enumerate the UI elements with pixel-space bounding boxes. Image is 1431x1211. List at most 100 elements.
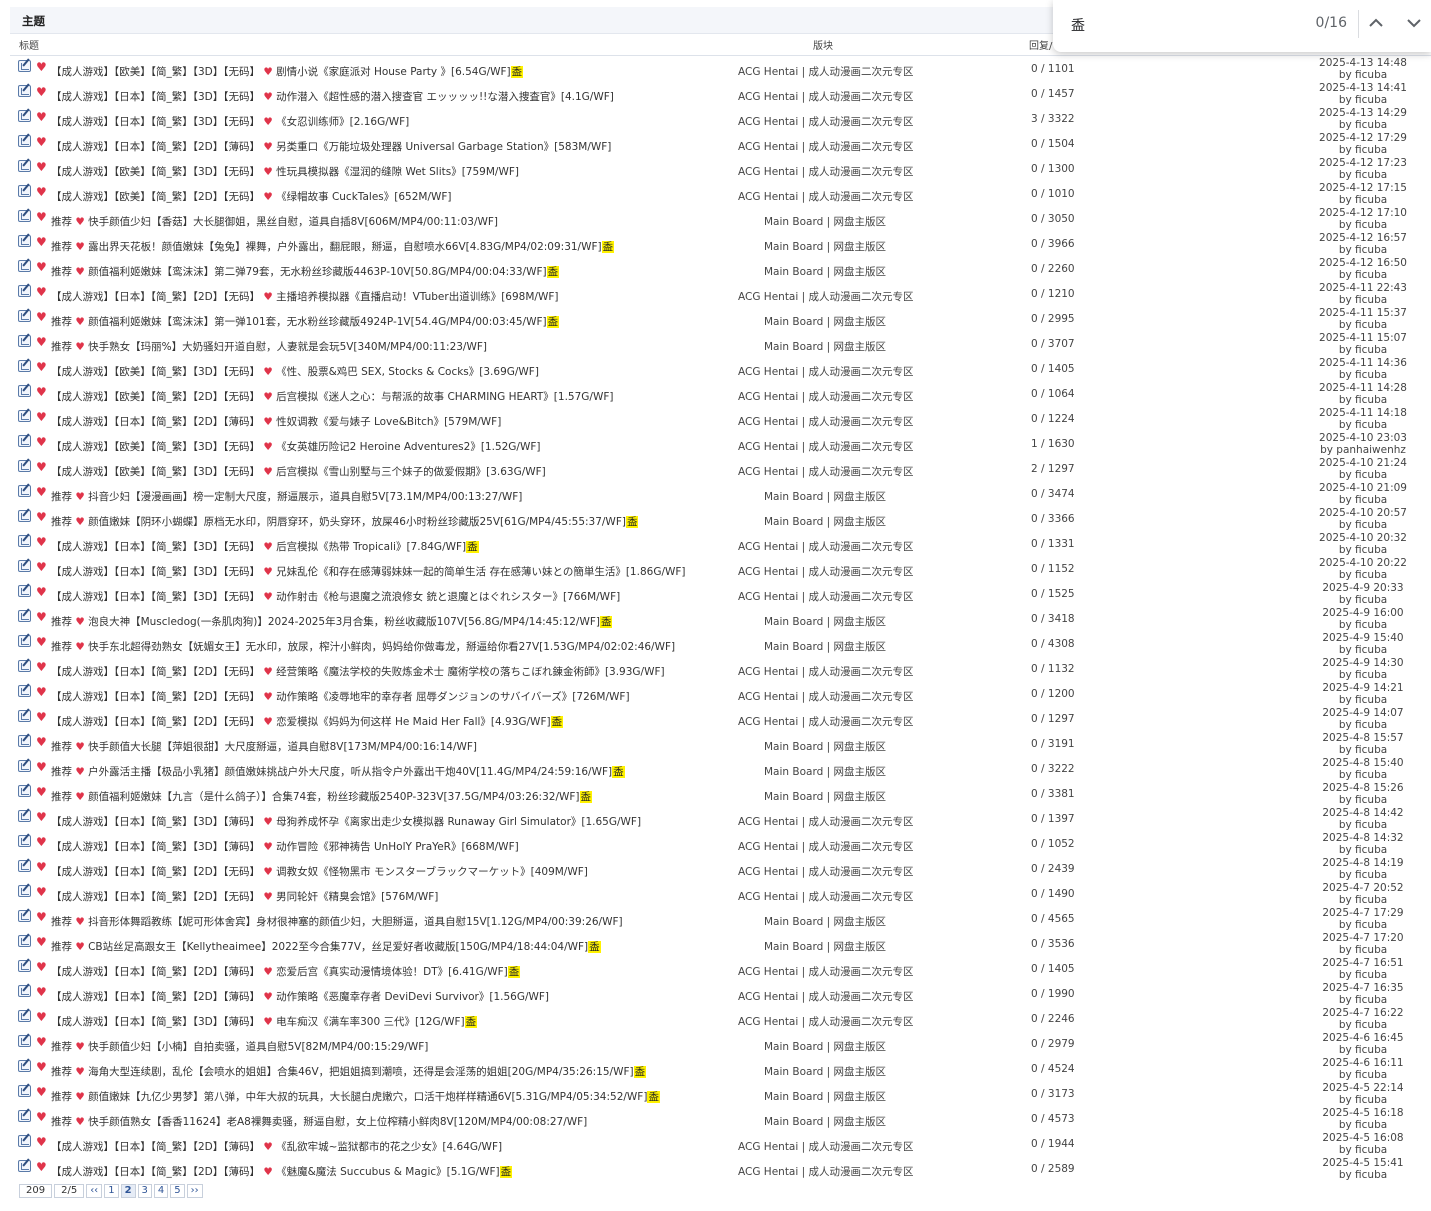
thread-row[interactable]: ♥ 【成人游戏】【日本】【简_繁】【2D】【薄码】 ♥ 恋爱后宫《真实动漫情境体验… [0,957,1431,982]
thread-row[interactable]: ♥ 推荐 ♥ 户外露活主播【极品小乳猪】颜值嫩妹挑战户外大尺度，听从指令户外露出干… [0,757,1431,782]
thread-row[interactable]: ♥ 【成人游戏】【日本】【简_繁】【2D】【薄码】 ♥ 《魅魔&魔法 Succub… [0,1157,1431,1182]
thread-board-link[interactable]: ACG Hentai | 成人动漫画二次元专区 [738,439,914,454]
thread-last-post-author[interactable]: by ficuba [1308,244,1418,256]
thread-last-post-author[interactable]: by ficuba [1308,944,1418,956]
thread-subject-link[interactable]: 【成人游戏】【日本】【简_繁】【3D】【无码】 ♥ 《女忍训练师》[2.16G/… [51,114,409,129]
thread-last-post-author[interactable]: by ficuba [1308,544,1418,556]
thread-last-post-author[interactable]: by ficuba [1308,744,1418,756]
thread-row[interactable]: ♥ 【成人游戏】【日本】【简_繁】【2D】【无码】 ♥ 动作策略《凌辱地牢的幸存者… [0,682,1431,707]
thread-last-post-author[interactable]: by ficuba [1308,94,1418,106]
thread-edit-icon[interactable] [18,735,31,747]
thread-last-post-author[interactable]: by ficuba [1308,894,1418,906]
col-stats-header[interactable]: 回复/ [1029,37,1052,52]
thread-subject-link[interactable]: 推荐 ♥ 快手熟女【玛丽%】大奶骚妇开道自慰，人妻就是会玩5V[340M/MP4… [51,339,487,354]
thread-last-post-author[interactable]: by ficuba [1308,294,1418,306]
thread-board-link[interactable]: ACG Hentai | 成人动漫画二次元专区 [738,539,914,554]
thread-last-post-time[interactable]: 2025-4-6 16:45 [1308,1032,1418,1044]
thread-board-link[interactable]: ACG Hentai | 成人动漫画二次元专区 [738,689,914,704]
thread-board-link[interactable]: ACG Hentai | 成人动漫画二次元专区 [738,64,914,79]
thread-subject-link[interactable]: 【成人游戏】【日本】【简_繁】【2D】【薄码】 ♥ 《乱欲牢城~监狱都市的花之少… [51,1139,502,1154]
thread-board-link[interactable]: ACG Hentai | 成人动漫画二次元专区 [738,289,914,304]
thread-last-post-time[interactable]: 2025-4-7 16:22 [1308,1007,1418,1019]
thread-last-post-author[interactable]: by ficuba [1308,169,1418,181]
thread-subject-link[interactable]: 【成人游戏】【欧美】【简_繁】【2D】【无码】 ♥ 后宫模拟《迷人之心：与帮派的… [51,389,613,404]
thread-board-link[interactable]: ACG Hentai | 成人动漫画二次元专区 [738,989,914,1004]
thread-board-link[interactable]: ACG Hentai | 成人动漫画二次元专区 [738,589,914,604]
thread-subject-link[interactable]: 【成人游戏】【日本】【简_繁】【2D】【薄码】 ♥ 《魅魔&魔法 Succubu… [51,1164,513,1179]
pager-page-1[interactable]: 1 [104,1184,119,1198]
thread-board-link[interactable]: ACG Hentai | 成人动漫画二次元专区 [738,164,914,179]
thread-board-link[interactable]: Main Board | 网盘主版区 [764,1039,886,1054]
thread-last-post-time[interactable]: 2025-4-13 14:48 [1308,57,1418,69]
thread-last-post-time[interactable]: 2025-4-7 16:51 [1308,957,1418,969]
thread-board-link[interactable]: Main Board | 网盘主版区 [764,1089,886,1104]
thread-edit-icon[interactable] [18,385,31,397]
thread-subject-link[interactable]: 【成人游戏】【日本】【简_繁】【3D】【无码】 ♥ 后宫模拟《热带 Tropic… [51,539,479,554]
thread-edit-icon[interactable] [18,460,31,472]
thread-board-link[interactable]: ACG Hentai | 成人动漫画二次元专区 [738,114,914,129]
thread-last-post-author[interactable]: by ficuba [1308,969,1418,981]
thread-row[interactable]: ♥ 【成人游戏】【日本】【简_繁】【3D】【无码】 ♥ 兄妹乱伦《和存在感薄弱妹妹… [0,557,1431,582]
thread-edit-icon[interactable] [18,1085,31,1097]
thread-subject-link[interactable]: 推荐 ♥ 户外露活主播【极品小乳猪】颜值嫩妹挑战户外大尺度，听从指令户外露出干炮… [51,764,625,779]
thread-subject-link[interactable]: 【成人游戏】【日本】【简_繁】【3D】【无码】 ♥ 动作潜入《超性感的潜入搜查官… [51,89,614,104]
thread-last-post-author[interactable]: by ficuba [1308,1019,1418,1031]
thread-row[interactable]: ♥ 【成人游戏】【日本】【简_繁】【2D】【无码】 ♥ 男同轮奸《精臭会馆》[57… [0,882,1431,907]
thread-board-link[interactable]: ACG Hentai | 成人动漫画二次元专区 [738,839,914,854]
thread-last-post-author[interactable]: by ficuba [1308,369,1418,381]
thread-edit-icon[interactable] [18,985,31,997]
thread-last-post-author[interactable]: by ficuba [1308,469,1418,481]
thread-subject-link[interactable]: 推荐 ♥ 抖音少妇【漫漫画画】榜一定制大尺度，掰逼展示，道具自慰5V[73.1M… [51,489,522,504]
find-input[interactable] [1069,13,1263,37]
thread-row[interactable]: ♥ 【成人游戏】【日本】【简_繁】【3D】【薄码】 ♥ 电车痴汉《满车率300 三… [0,1007,1431,1032]
thread-subject-link[interactable]: 推荐 ♥ 快手颜值熟女【香香11624】老A8裸舞卖骚，掰逼自慰，女上位榨精小鲜… [51,1114,587,1129]
thread-board-link[interactable]: Main Board | 网盘主版区 [764,514,886,529]
thread-last-post-time[interactable]: 2025-4-13 14:41 [1308,82,1418,94]
thread-edit-icon[interactable] [18,785,31,797]
thread-board-link[interactable]: ACG Hentai | 成人动漫画二次元专区 [738,564,914,579]
thread-board-link[interactable]: ACG Hentai | 成人动漫画二次元专区 [738,1164,914,1179]
thread-last-post-time[interactable]: 2025-4-13 14:29 [1308,107,1418,119]
thread-row[interactable]: ♥ 【成人游戏】【日本】【简_繁】【2D】【无码】 ♥ 经营策略《魔法学校的失败炼… [0,657,1431,682]
thread-edit-icon[interactable] [18,235,31,247]
thread-row[interactable]: ♥ 【成人游戏】【欧美】【简_繁】【3D】【无码】 ♥ 性玩具模拟器《湿润的缝隙 … [0,157,1431,182]
thread-edit-icon[interactable] [18,810,31,822]
thread-last-post-author[interactable]: by ficuba [1308,869,1418,881]
thread-last-post-time[interactable]: 2025-4-11 22:43 [1308,282,1418,294]
thread-board-link[interactable]: Main Board | 网盘主版区 [764,314,886,329]
thread-subject-link[interactable]: 【成人游戏】【日本】【简_繁】【3D】【薄码】 ♥ 动作冒险《邪神祷告 UnHo… [51,839,519,854]
thread-board-link[interactable]: Main Board | 网盘主版区 [764,789,886,804]
thread-subject-link[interactable]: 【成人游戏】【欧美】【简_繁】【2D】【无码】 ♥ 《绿帽故事 CuckTale… [51,189,452,204]
thread-subject-link[interactable]: 推荐 ♥ 颜值福利姬嫩妹【鸾沫沫】第一弹101套，无水粉丝珍藏版4924P-1V… [51,314,560,329]
thread-edit-icon[interactable] [18,910,31,922]
thread-row[interactable]: ♥ 推荐 ♥ 泡良大神【Muscledog(一条肌肉狗)】2024-2025年3月… [0,607,1431,632]
thread-subject-link[interactable]: 推荐 ♥ 颜值嫩妹【阴环小蝴蝶】原档无水印，阴唇穿环，奶头穿环，放屎46小时粉丝… [51,514,639,529]
thread-last-post-time[interactable]: 2025-4-12 17:15 [1308,182,1418,194]
thread-subject-link[interactable]: 推荐 ♥ 快手颜值少妇【香菇】大长腿御姐，黑丝自慰，道具自插8V[606M/MP… [51,214,498,229]
thread-board-link[interactable]: Main Board | 网盘主版区 [764,239,886,254]
thread-row[interactable]: ♥ 推荐 ♥ 快手颜值少妇【香菇】大长腿御姐，黑丝自慰，道具自插8V[606M/M… [0,207,1431,232]
thread-subject-link[interactable]: 推荐 ♥ 泡良大神【Muscledog(一条肌肉狗)】2024-2025年3月合… [51,614,613,629]
thread-row[interactable]: ♥ 推荐 ♥ 快手东北超得劲熟女【妩媚女王】无水印，放尿，榨汁小鲜肉，妈妈给你做毒… [0,632,1431,657]
thread-last-post-time[interactable]: 2025-4-5 15:41 [1308,1157,1418,1169]
thread-row[interactable]: ♥ 推荐 ♥ 快手颜值少妇【小楠】自拍卖骚，道具自慰5V[82M/MP4/00:1… [0,1032,1431,1057]
thread-row[interactable]: ♥ 【成人游戏】【日本】【简_繁】【2D】【薄码】 ♥ 《乱欲牢城~监狱都市的花之… [0,1132,1431,1157]
thread-subject-link[interactable]: 推荐 ♥ 快手东北超得劲熟女【妩媚女王】无水印，放尿，榨汁小鲜肉，妈妈给你做毒龙… [51,639,675,654]
thread-subject-link[interactable]: 【成人游戏】【日本】【简_繁】【2D】【无码】 ♥ 调教女奴《怪物黑市 モンスタ… [51,864,588,879]
thread-board-link[interactable]: Main Board | 网盘主版区 [764,939,886,954]
pager-page-5[interactable]: 5 [170,1184,185,1198]
thread-last-post-time[interactable]: 2025-4-10 20:57 [1308,507,1418,519]
thread-last-post-author[interactable]: by ficuba [1308,394,1418,406]
thread-last-post-author[interactable]: by ficuba [1308,819,1418,831]
thread-row[interactable]: ♥ 推荐 ♥ 颜值嫩妹【阴环小蝴蝶】原档无水印，阴唇穿环，奶头穿环，放屎46小时粉… [0,507,1431,532]
thread-last-post-author[interactable]: by ficuba [1308,269,1418,281]
thread-last-post-author[interactable]: by ficuba [1308,119,1418,131]
thread-board-link[interactable]: Main Board | 网盘主版区 [764,1114,886,1129]
thread-last-post-time[interactable]: 2025-4-12 16:50 [1308,257,1418,269]
thread-board-link[interactable]: ACG Hentai | 成人动漫画二次元专区 [738,139,914,154]
thread-last-post-author[interactable]: by ficuba [1308,219,1418,231]
thread-subject-link[interactable]: 【成人游戏】【欧美】【简_繁】【3D】【无码】 ♥ 剧情小说《家庭派对 Hous… [51,64,524,79]
col-board-header[interactable]: 版块 [813,37,833,52]
thread-subject-link[interactable]: 【成人游戏】【日本】【简_繁】【2D】【无码】 ♥ 男同轮奸《精臭会馆》[576… [51,889,438,904]
thread-last-post-author[interactable]: by ficuba [1308,919,1418,931]
